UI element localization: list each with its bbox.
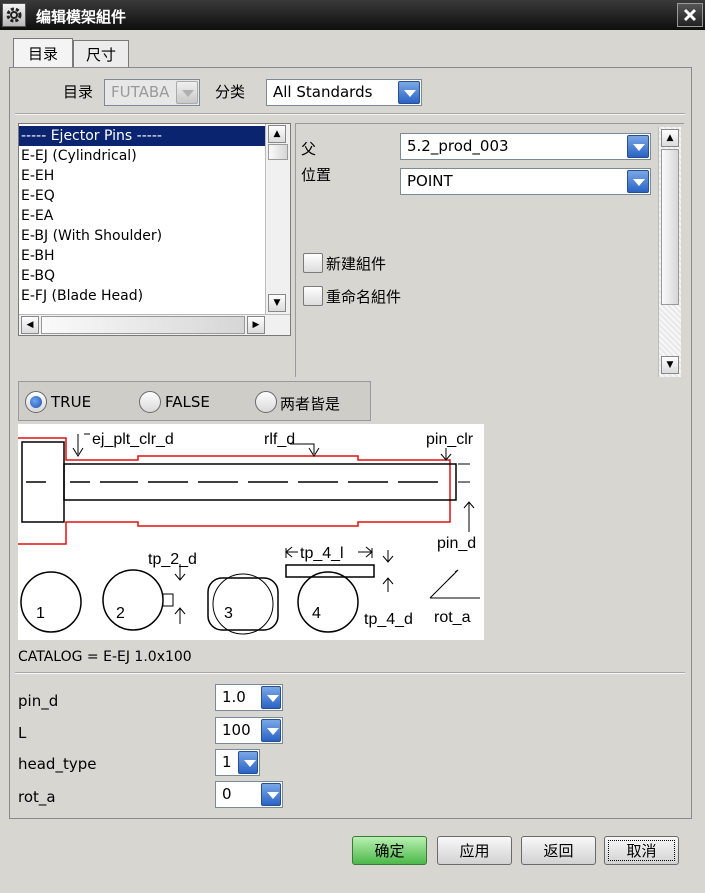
ok-button-label: 确定 (374, 842, 405, 860)
param-rot-a-value: 0 (222, 785, 232, 803)
param-head-type-combo[interactable]: 1 (215, 749, 260, 776)
param-rot-a-label: rot_a (18, 788, 56, 806)
parent-value: 5.2_prod_003 (407, 137, 509, 155)
chevron-down-icon[interactable] (261, 783, 281, 806)
chevron-down-icon[interactable] (261, 686, 281, 709)
scroll-up-icon[interactable]: ▲ (268, 125, 286, 143)
param-pin-d-label: pin_d (18, 692, 59, 710)
gear-icon[interactable] (2, 3, 26, 27)
list-item[interactable]: E-BQ (19, 266, 265, 286)
divider (15, 113, 685, 115)
list-item[interactable]: E-BH (19, 246, 265, 266)
param-l-value: 100 (222, 721, 251, 739)
list-vscroll[interactable]: ▲ ▼ (265, 124, 290, 314)
chevron-down-icon[interactable] (627, 135, 649, 158)
panel-vscroll[interactable]: ▲ ▼ (658, 127, 681, 377)
category-combo[interactable]: All Standards (266, 79, 422, 106)
list-item[interactable]: E-EQ (19, 186, 265, 206)
tab-size[interactable]: 尺寸 (73, 40, 129, 68)
close-icon[interactable] (677, 3, 703, 27)
scroll-right-icon[interactable]: ▶ (247, 316, 265, 334)
catalog-value: FUTABA (111, 83, 170, 101)
chevron-down-icon[interactable] (261, 719, 281, 742)
position-value: POINT (407, 172, 453, 190)
radio-false[interactable] (139, 391, 161, 413)
list-item[interactable]: E-EJ (Cylindrical) (19, 146, 265, 166)
param-l-combo[interactable]: 100 (215, 717, 283, 744)
new-component-label: 新建組件 (326, 255, 387, 273)
radio-both-label: 两者皆是 (280, 395, 341, 413)
param-pin-d-value: 1.0 (222, 688, 246, 706)
radio-false-label: FALSE (165, 393, 210, 411)
radio-true-label: TRUE (51, 393, 92, 411)
radio-true[interactable] (25, 391, 47, 413)
param-rot-a-combo[interactable]: 0 (215, 781, 283, 808)
position-label: 位置 (301, 166, 332, 184)
window-title: 编辑模架組件 (36, 8, 127, 26)
new-component-checkbox[interactable] (303, 253, 323, 273)
divider (15, 672, 685, 674)
rename-component-label: 重命名組件 (326, 288, 402, 306)
label-tp-4-l: tp_4_l (300, 545, 344, 562)
param-head-type-label: head_type (18, 755, 97, 773)
label-n1: 1 (36, 605, 45, 622)
list-item[interactable]: ----- Ejector Pins ----- (19, 126, 265, 146)
label-tp-4-d: tp_4_d (364, 611, 413, 628)
list-hscroll[interactable]: ◀ ▶ (19, 314, 290, 335)
cancel-button[interactable]: 取消 (604, 836, 679, 865)
catalog-text: CATALOG = E-EJ 1.0x100 (18, 649, 192, 665)
catalog-label: 目录 (63, 83, 94, 101)
tab-catalog-label: 目录 (27, 45, 58, 63)
radio-both[interactable] (255, 391, 277, 413)
list-item[interactable]: E-FJ (Blade Head) (19, 286, 265, 306)
label-tp-2-d: tp_2_d (148, 551, 197, 568)
component-list[interactable]: ----- Ejector Pins ----- E-EJ (Cylindrica… (18, 123, 291, 336)
back-button-label: 返回 (543, 842, 574, 860)
parent-combo[interactable]: 5.2_prod_003 (400, 133, 651, 160)
chevron-down-icon[interactable] (238, 751, 258, 774)
label-rlf-d: rlf_d (264, 431, 295, 448)
properties-panel: 父 5.2_prod_003 位置 POINT 新建組件 重命名組件 ▲ ▼ (295, 123, 684, 377)
label-n2: 2 (116, 605, 125, 622)
label-pin-clr: pin_clr (426, 431, 474, 448)
scroll-thumb[interactable] (268, 144, 288, 160)
chevron-down-icon[interactable] (627, 170, 649, 193)
label-pin-d: pin_d (437, 535, 476, 552)
scroll-down-icon[interactable]: ▼ (268, 294, 286, 312)
tab-catalog[interactable]: 目录 (13, 38, 73, 68)
category-value: All Standards (273, 83, 373, 101)
scroll-left-icon[interactable]: ◀ (21, 316, 39, 334)
scroll-down-icon[interactable]: ▼ (661, 356, 679, 374)
param-pin-d-combo[interactable]: 1.0 (215, 684, 283, 711)
parent-label: 父 (301, 140, 317, 158)
ejector-pin-diagram: ej_plt_clr_d rlf_d pin_clr pin_d 1 2 tp_… (18, 424, 484, 640)
cancel-button-label: 取消 (626, 842, 657, 860)
label-n4: 4 (312, 605, 321, 622)
panel-scroll-thumb[interactable] (661, 149, 679, 305)
title-bar: 编辑模架組件 (0, 0, 705, 30)
catalog-combo[interactable]: FUTABA (104, 79, 200, 106)
rename-component-checkbox[interactable] (303, 286, 323, 306)
apply-button[interactable]: 应用 (437, 836, 512, 865)
chevron-down-icon[interactable] (176, 81, 198, 104)
list-item[interactable]: E-BJ (With Shoulder) (19, 226, 265, 246)
radio-group: TRUE FALSE 两者皆是 (18, 381, 371, 421)
label-rot-a: rot_a (434, 609, 471, 626)
back-button[interactable]: 返回 (521, 836, 596, 865)
list-item[interactable]: E-EH (19, 166, 265, 186)
hscroll-thumb[interactable] (41, 316, 245, 334)
list-item[interactable]: E-EA (19, 206, 265, 226)
tab-size-label: 尺寸 (85, 46, 116, 64)
chevron-down-icon[interactable] (398, 81, 420, 104)
position-combo[interactable]: POINT (400, 168, 651, 195)
category-label: 分类 (215, 83, 246, 101)
param-head-type-value: 1 (222, 753, 232, 771)
scroll-up-icon[interactable]: ▲ (661, 129, 679, 147)
param-l-label: L (18, 724, 27, 742)
label-n3: 3 (224, 605, 233, 622)
apply-button-label: 应用 (459, 842, 490, 860)
ok-button[interactable]: 确定 (352, 836, 427, 865)
label-ej-plt-clr-d: ej_plt_clr_d (92, 431, 174, 448)
